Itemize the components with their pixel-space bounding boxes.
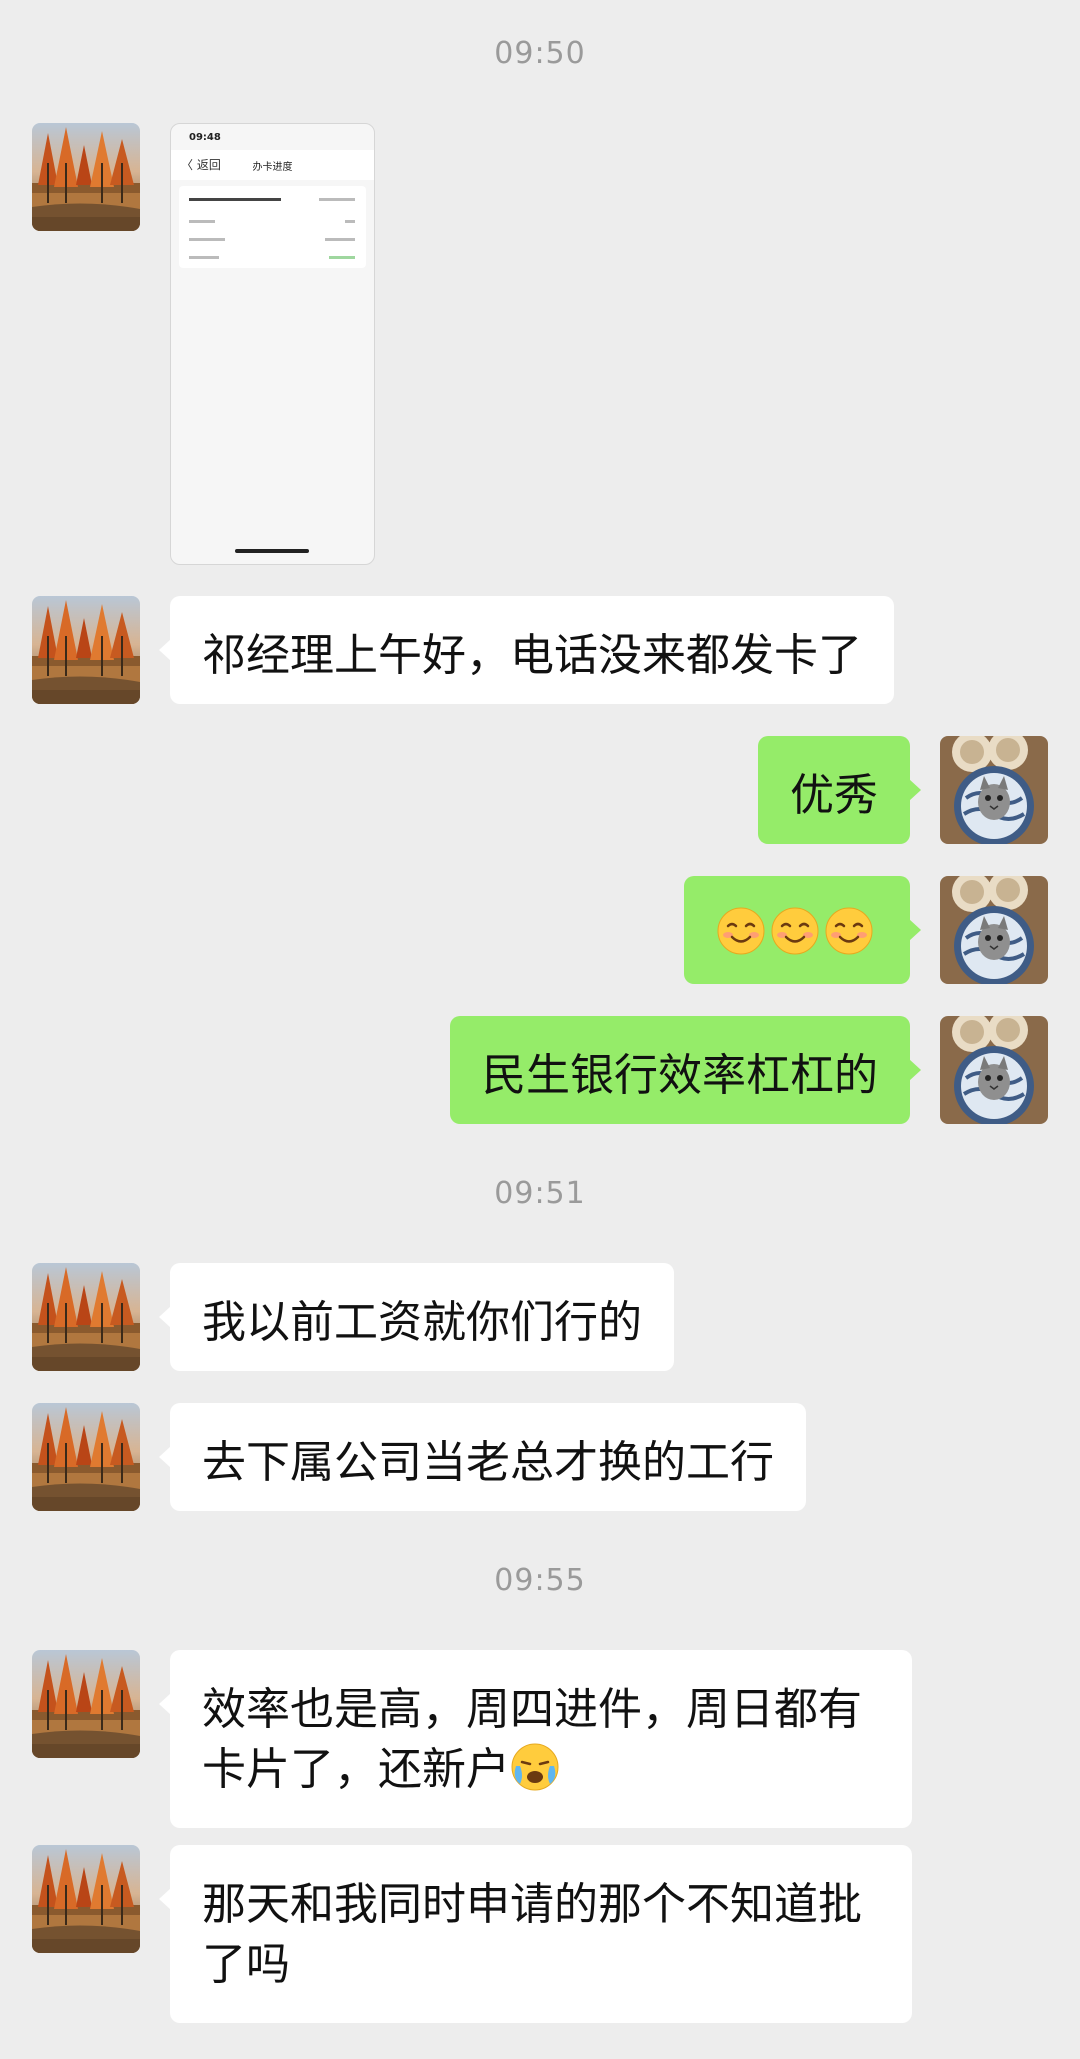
- autumn-trees-avatar-icon: [32, 123, 140, 231]
- autumn-trees-avatar-icon: [32, 1403, 140, 1511]
- message-text: 去下属公司当老总才换的工行: [202, 1437, 774, 1488]
- contact-avatar[interactable]: [32, 1403, 140, 1511]
- autumn-trees-avatar-icon: [32, 596, 140, 704]
- timestamp: 09:50: [494, 36, 586, 71]
- message-bubble-outgoing[interactable]: 民生银行效率杠杠的: [450, 1016, 921, 1124]
- smiling-face-emoji-icon: [824, 906, 874, 956]
- message-text: 祁经理上午好，电话没来都发卡了: [202, 630, 862, 681]
- contact-avatar[interactable]: [32, 1845, 140, 1953]
- autumn-trees-avatar-icon: [32, 1845, 140, 1953]
- message-bubble-incoming[interactable]: 去下属公司当老总才换的工行: [159, 1403, 806, 1511]
- message-bubble-incoming[interactable]: 效率也是高，周四进件，周日都有卡片了，还新户😭: [159, 1650, 912, 1828]
- preview-status-time: 09:48: [189, 132, 221, 143]
- message-bubble-incoming[interactable]: 祁经理上午好，电话没来都发卡了: [159, 596, 894, 704]
- contact-avatar[interactable]: [32, 1650, 140, 1758]
- cat-avatar-icon: [940, 736, 1048, 844]
- contact-avatar[interactable]: [32, 596, 140, 704]
- message-bubble-incoming[interactable]: 我以前工资就你们行的: [159, 1263, 674, 1371]
- smiling-face-emoji-icon: [770, 906, 820, 956]
- self-avatar[interactable]: [940, 1016, 1048, 1124]
- message-text: 民生银行效率杠杠的: [482, 1050, 878, 1101]
- cat-avatar-icon: [940, 876, 1048, 984]
- message-text: 那天和我同时申请的那个不知道批了吗: [202, 1879, 862, 1990]
- preview-home-indicator: [235, 549, 309, 553]
- preview-title: 办卡进度: [252, 162, 293, 173]
- message-bubble-incoming[interactable]: 那天和我同时申请的那个不知道批了吗: [159, 1845, 912, 2023]
- cat-avatar-icon: [940, 1016, 1048, 1124]
- self-avatar[interactable]: [940, 876, 1048, 984]
- message-bubble-outgoing[interactable]: 优秀: [758, 736, 921, 844]
- preview-nav-bar: 〈 返回 办卡进度: [171, 150, 374, 180]
- message-text: 优秀: [790, 770, 878, 821]
- timestamp: 09:55: [494, 1563, 586, 1598]
- self-avatar[interactable]: [940, 736, 1048, 844]
- screenshot-image-message[interactable]: 09:48 〈 返回 办卡进度: [170, 123, 375, 565]
- message-bubble-outgoing[interactable]: 😊😊😊: [684, 876, 921, 984]
- autumn-trees-avatar-icon: [32, 1263, 140, 1371]
- preview-card: [179, 186, 366, 268]
- contact-avatar[interactable]: [32, 123, 140, 231]
- autumn-trees-avatar-icon: [32, 1650, 140, 1758]
- smiling-face-emoji-icon: [716, 906, 766, 956]
- loudly-crying-face-emoji-icon: [510, 1742, 560, 1792]
- contact-avatar[interactable]: [32, 1263, 140, 1371]
- message-text: 我以前工资就你们行的: [202, 1297, 642, 1348]
- timestamp: 09:51: [494, 1176, 586, 1211]
